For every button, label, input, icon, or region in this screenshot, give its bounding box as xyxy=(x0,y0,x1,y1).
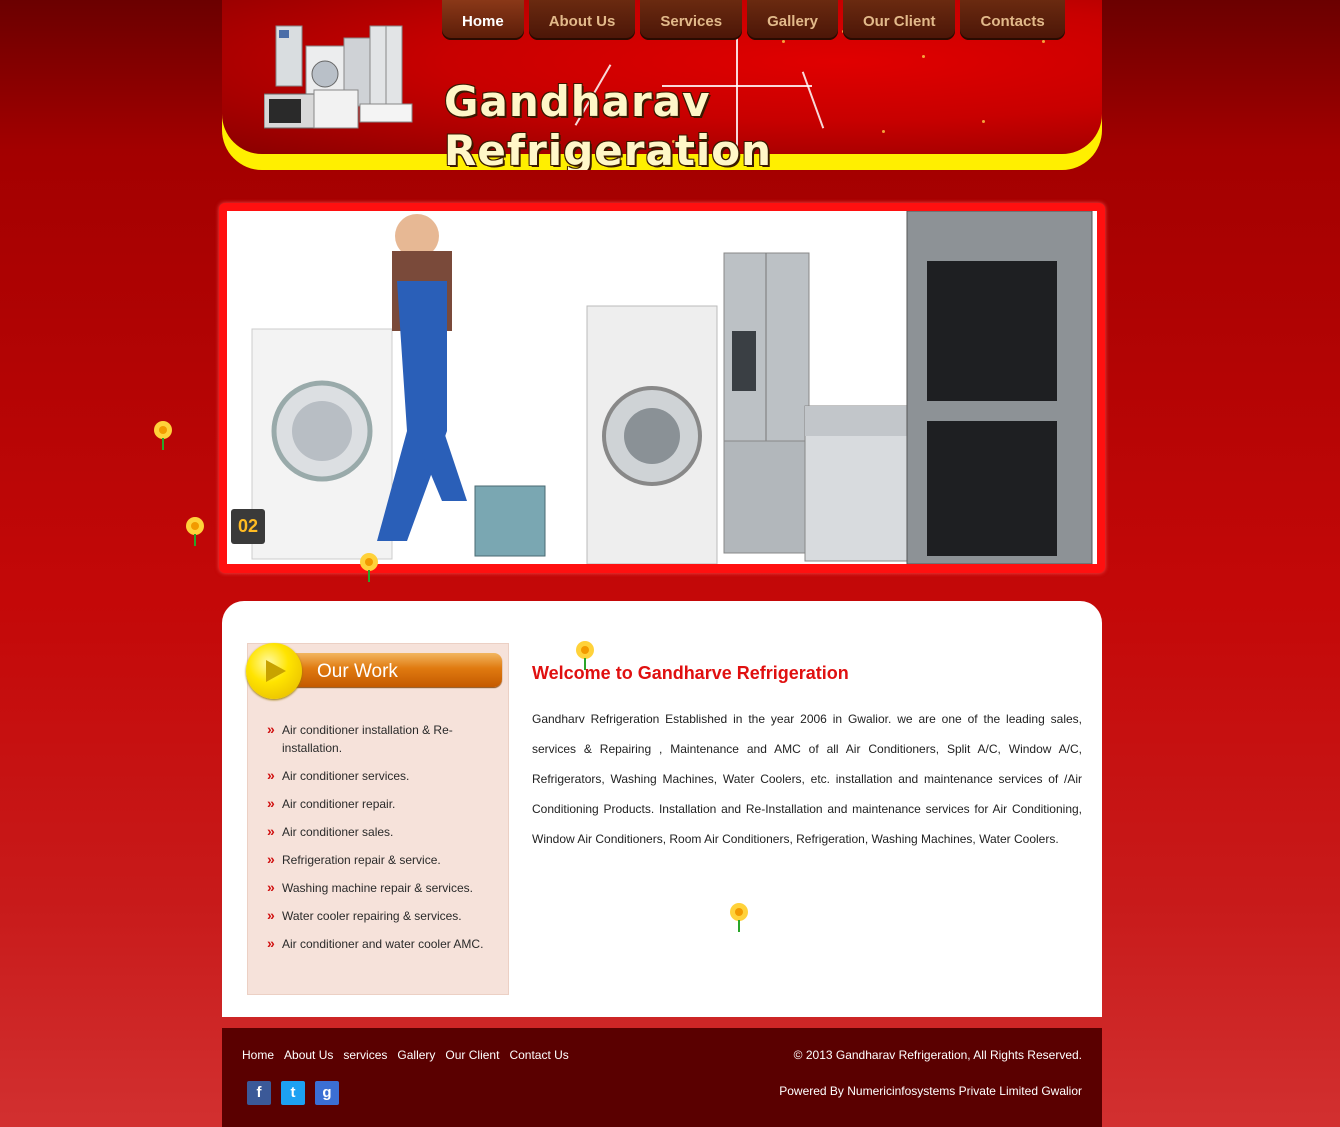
nav-contacts[interactable]: Contacts xyxy=(960,0,1065,40)
nav-our-client[interactable]: Our Client xyxy=(842,0,956,40)
play-arrow-icon xyxy=(246,643,302,699)
flower-icon xyxy=(576,641,594,670)
list-item: Washing machine repair & services. xyxy=(267,878,497,897)
our-work-title: Our Work xyxy=(317,661,398,682)
list-item: Air conditioner installation & Re-instal… xyxy=(267,720,497,757)
flower-icon xyxy=(154,421,172,450)
appliances-technician-image xyxy=(227,211,1097,564)
appliances-logo-image xyxy=(264,25,413,129)
flower-icon xyxy=(186,517,204,546)
facebook-icon[interactable]: f xyxy=(247,1081,271,1105)
nav-home[interactable]: Home xyxy=(442,0,524,40)
footer-link-gallery[interactable]: Gallery xyxy=(397,1048,435,1062)
banner-slider: 02 xyxy=(219,203,1105,573)
work-list: Air conditioner installation & Re-instal… xyxy=(267,720,497,963)
slide-counter[interactable]: 02 xyxy=(231,509,265,544)
footer-navigation: Home About Us services Gallery Our Clien… xyxy=(242,1048,569,1062)
nav-about-us[interactable]: About Us xyxy=(528,0,636,40)
social-links: f t g xyxy=(247,1081,339,1105)
copyright-text: © 2013 Gandharav Refrigeration, All Righ… xyxy=(793,1048,1082,1062)
list-item: Air conditioner services. xyxy=(267,766,497,785)
powered-by-text: Powered By Numericinfosystems Private Li… xyxy=(779,1084,1082,1098)
nav-gallery[interactable]: Gallery xyxy=(747,0,838,40)
site-footer: Home About Us services Gallery Our Clien… xyxy=(222,1028,1102,1127)
google-plus-icon[interactable]: g xyxy=(315,1081,339,1105)
main-navigation: Home About Us Services Gallery Our Clien… xyxy=(442,0,1065,42)
list-item: Air conditioner sales. xyxy=(267,822,497,841)
flower-icon xyxy=(730,903,748,932)
footer-link-services[interactable]: services xyxy=(343,1048,387,1062)
twitter-icon[interactable]: t xyxy=(281,1081,305,1105)
footer-link-our-client[interactable]: Our Client xyxy=(445,1048,499,1062)
list-item: Air conditioner repair. xyxy=(267,794,497,813)
list-item: Refrigeration repair & service. xyxy=(267,850,497,869)
footer-link-about-us[interactable]: About Us xyxy=(284,1048,333,1062)
welcome-paragraph: Gandharv Refrigeration Established in th… xyxy=(532,712,1082,846)
list-item: Air conditioner and water cooler AMC. xyxy=(267,934,497,953)
content-panel: Our Work Air conditioner installation & … xyxy=(222,601,1102,1017)
flower-icon xyxy=(360,553,378,582)
footer-link-contact-us[interactable]: Contact Us xyxy=(509,1048,568,1062)
site-title: Gandharav Refrigeration xyxy=(444,77,773,170)
list-item: Water cooler repairing & services. xyxy=(267,906,497,925)
nav-services[interactable]: Services xyxy=(640,0,743,40)
footer-link-home[interactable]: Home xyxy=(242,1048,274,1062)
banner-image: 02 xyxy=(227,211,1097,564)
